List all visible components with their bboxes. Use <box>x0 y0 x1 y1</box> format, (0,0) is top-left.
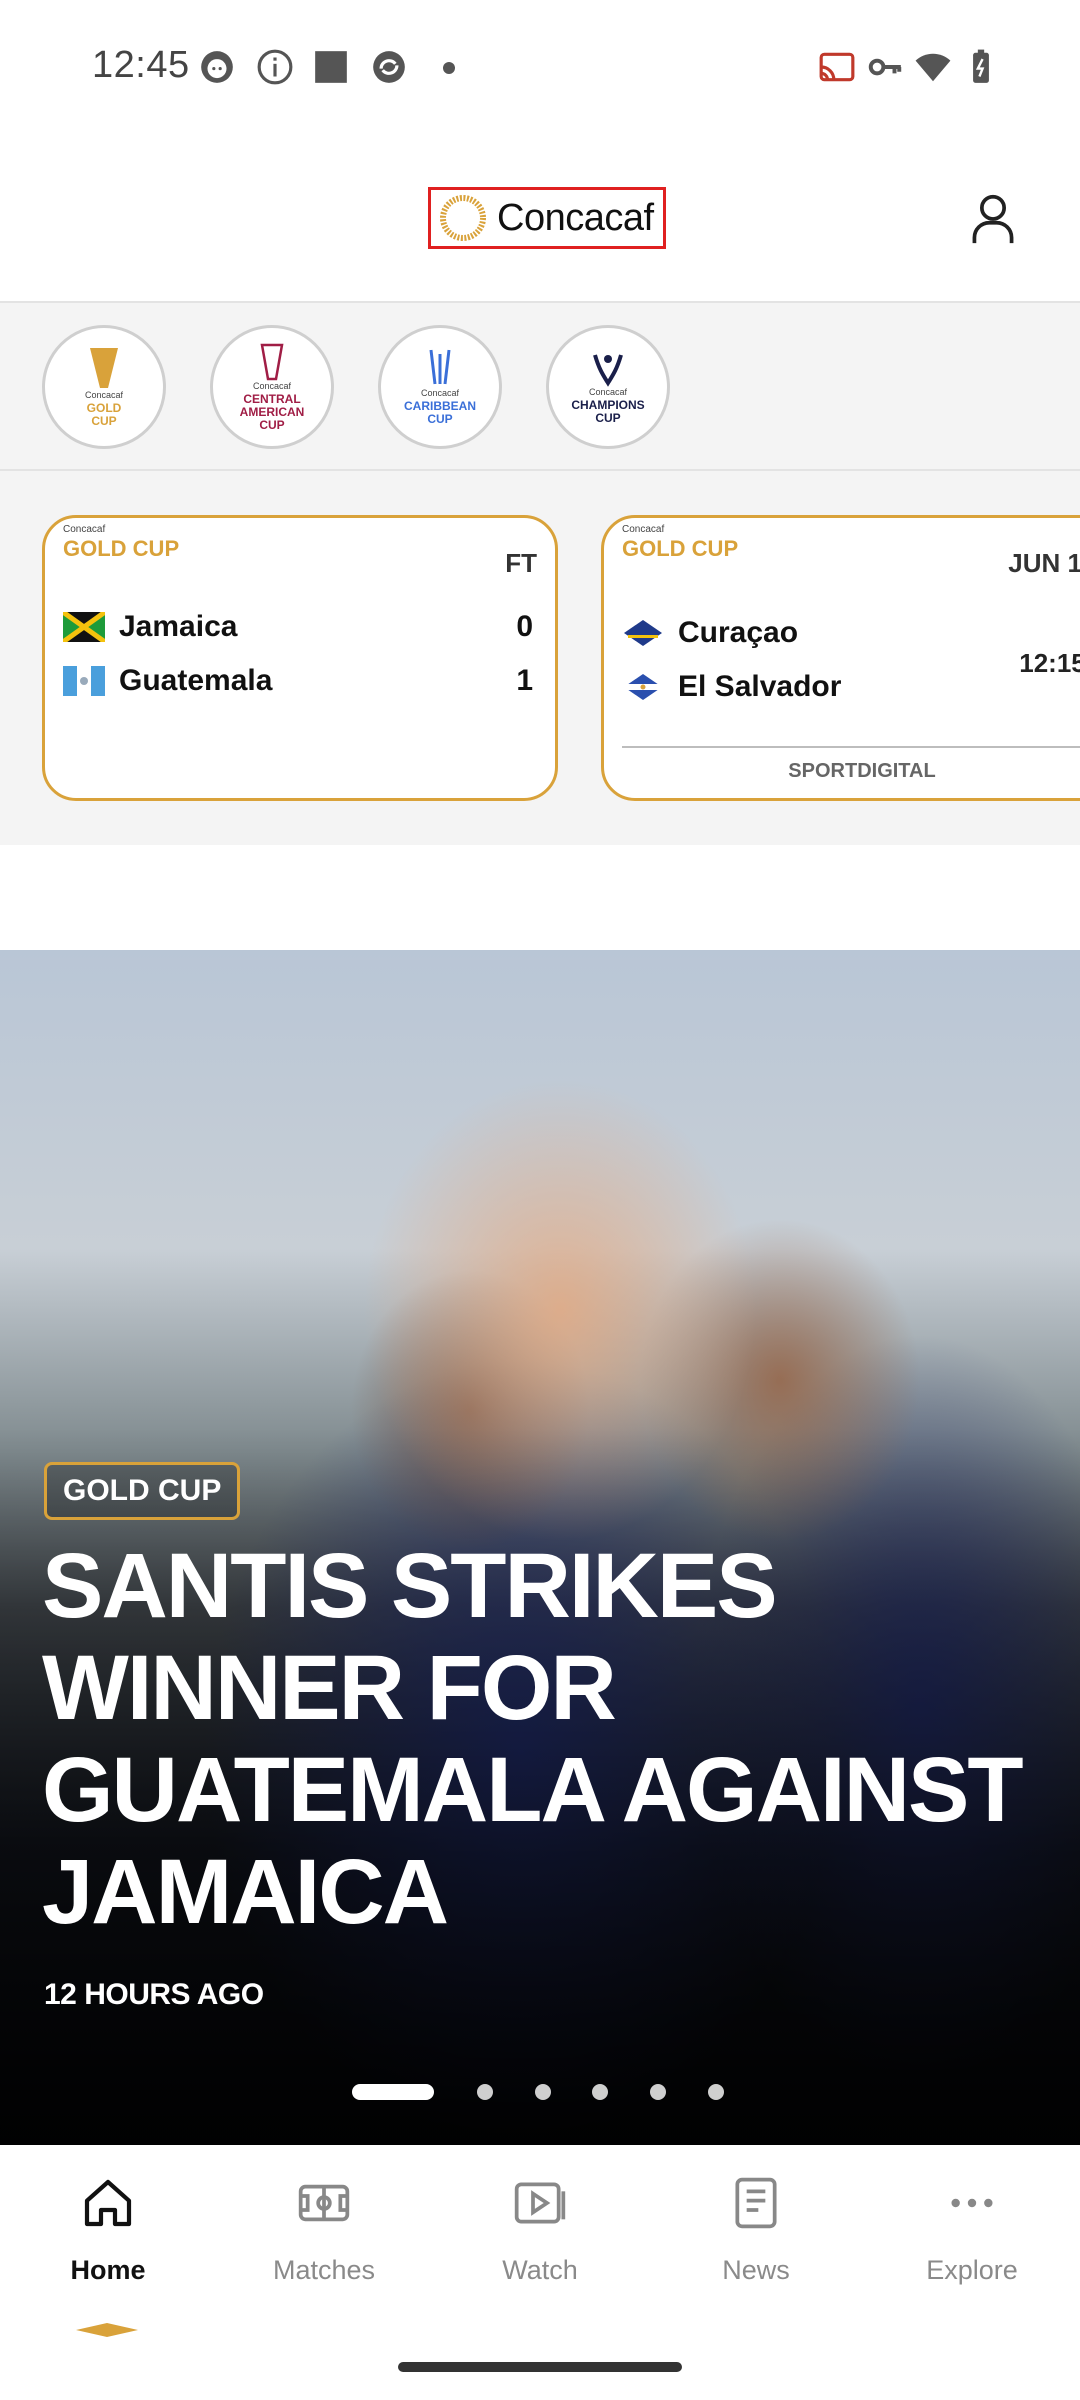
competition-label: CARIBBEAN CUP <box>404 399 476 426</box>
competition-gold-cup[interactable]: Concacaf GOLD CUP <box>42 325 166 449</box>
champions-trophy-icon <box>593 354 623 387</box>
matches-carousel[interactable]: Concacaf GOLD CUP FT Jamaica 0 Guatemala… <box>0 471 1080 845</box>
caribbean-trophy-icon <box>429 349 451 385</box>
wifi-icon <box>915 53 951 82</box>
nav-label: Home <box>70 2255 146 2285</box>
sun-logo-icon <box>440 195 486 241</box>
face-icon <box>201 51 233 83</box>
nav-explore[interactable]: Explore <box>864 2175 1080 2325</box>
match-card[interactable]: Concacaf GOLD CUP FT Jamaica 0 Guatemala… <box>42 515 558 801</box>
match-status: FT <box>505 548 537 578</box>
cast-icon <box>819 52 855 82</box>
more-icon <box>951 2198 993 2208</box>
match-date: JUN 1 <box>1008 548 1080 578</box>
nav-watch[interactable]: Watch <box>432 2175 648 2325</box>
match-card[interactable]: Concacaf GOLD CUP JUN 1 Curaçao El Salva… <box>601 515 1080 801</box>
pager-dot[interactable] <box>535 2084 551 2100</box>
notification-dot <box>443 62 455 74</box>
story-tag: GOLD CUP <box>44 1462 241 1520</box>
jamaica-flag-icon <box>63 612 105 642</box>
status-bar: 12:45 <box>0 0 1080 135</box>
kickoff-time: 12:15 AI <box>1019 648 1080 678</box>
active-tab-indicator <box>76 2323 138 2337</box>
competition-label: GOLD CUP <box>86 401 122 428</box>
app-header: Concacaf <box>0 135 1080 303</box>
pager-dot[interactable] <box>650 2084 666 2100</box>
nav-label: News <box>722 2255 790 2285</box>
key-icon <box>868 58 902 76</box>
curacao-flag-icon <box>624 620 662 646</box>
broadcaster: SPORTDIGITAL <box>788 760 936 782</box>
competition-caribbean-cup[interactable]: Concacaf CARIBBEAN CUP <box>378 325 502 449</box>
gold-cup-logo: Concacaf GOLD CUP <box>63 524 180 561</box>
news-icon <box>735 2177 777 2229</box>
team-score: 0 <box>516 610 533 643</box>
play-icon <box>514 2182 566 2224</box>
battery-icon <box>973 49 989 83</box>
logo-text: Concacaf <box>497 196 654 239</box>
gesture-bar[interactable] <box>398 2362 682 2372</box>
gold-cup-trophy-icon <box>90 348 118 388</box>
nav-home[interactable]: Home <box>0 2175 216 2325</box>
team-name: Guatemala <box>119 664 273 697</box>
carousel-pager <box>0 2080 1080 2100</box>
competition-label: CHAMPIONS CUP <box>571 398 645 425</box>
home-team-row: Jamaica 0 <box>63 610 533 644</box>
away-team-row: Guatemala 1 <box>63 664 533 698</box>
competition-central-american-cup[interactable]: Concacaf CENTRAL AMERICAN CUP <box>210 325 334 449</box>
story-time: 12 HOURS AGO <box>44 1978 264 2011</box>
divider <box>622 746 1080 748</box>
status-time: 12:45 <box>92 44 190 86</box>
guatemala-flag-icon <box>63 666 105 696</box>
nav-label: Explore <box>926 2255 1018 2285</box>
square-icon <box>315 51 347 83</box>
concacaf-logo[interactable]: Concacaf <box>428 187 666 249</box>
competition-label: CENTRAL AMERICAN CUP <box>239 391 305 432</box>
central-american-trophy-icon <box>260 343 284 380</box>
team-name: Jamaica <box>119 610 238 643</box>
home-icon <box>84 2179 132 2227</box>
el-salvador-flag-icon <box>624 674 662 700</box>
pager-dot[interactable] <box>708 2084 724 2100</box>
nav-news[interactable]: News <box>648 2175 864 2325</box>
pager-dot[interactable] <box>477 2084 493 2100</box>
home-team-row: Curaçao <box>622 616 1080 650</box>
info-icon <box>257 49 293 85</box>
competitions-row: Concacaf GOLD CUP Concacaf CENTRAL AMERI… <box>0 303 1080 471</box>
story-headline[interactable]: SANTIS STRIKES WINNER FOR GUATEMALA AGAI… <box>42 1535 1042 1943</box>
gold-cup-logo: Concacaf GOLD CUP <box>622 524 739 561</box>
team-name: Curaçao <box>678 616 799 649</box>
nav-label: Matches <box>272 2255 376 2285</box>
nav-label: Watch <box>502 2255 578 2285</box>
nav-matches[interactable]: Matches <box>216 2175 432 2325</box>
pitch-icon <box>298 2184 350 2222</box>
hero-story[interactable]: GOLD CUP SANTIS STRIKES WINNER FOR GUATE… <box>0 950 1080 2145</box>
person-icon[interactable] <box>970 193 1016 245</box>
competition-champions-cup[interactable]: Concacaf CHAMPIONS CUP <box>546 325 670 449</box>
team-score: 1 <box>516 664 533 697</box>
away-team-row: El Salvador <box>622 670 1080 704</box>
pager-dot-active[interactable] <box>352 2084 434 2100</box>
sync-icon <box>373 51 405 83</box>
pager-dot[interactable] <box>592 2084 608 2100</box>
